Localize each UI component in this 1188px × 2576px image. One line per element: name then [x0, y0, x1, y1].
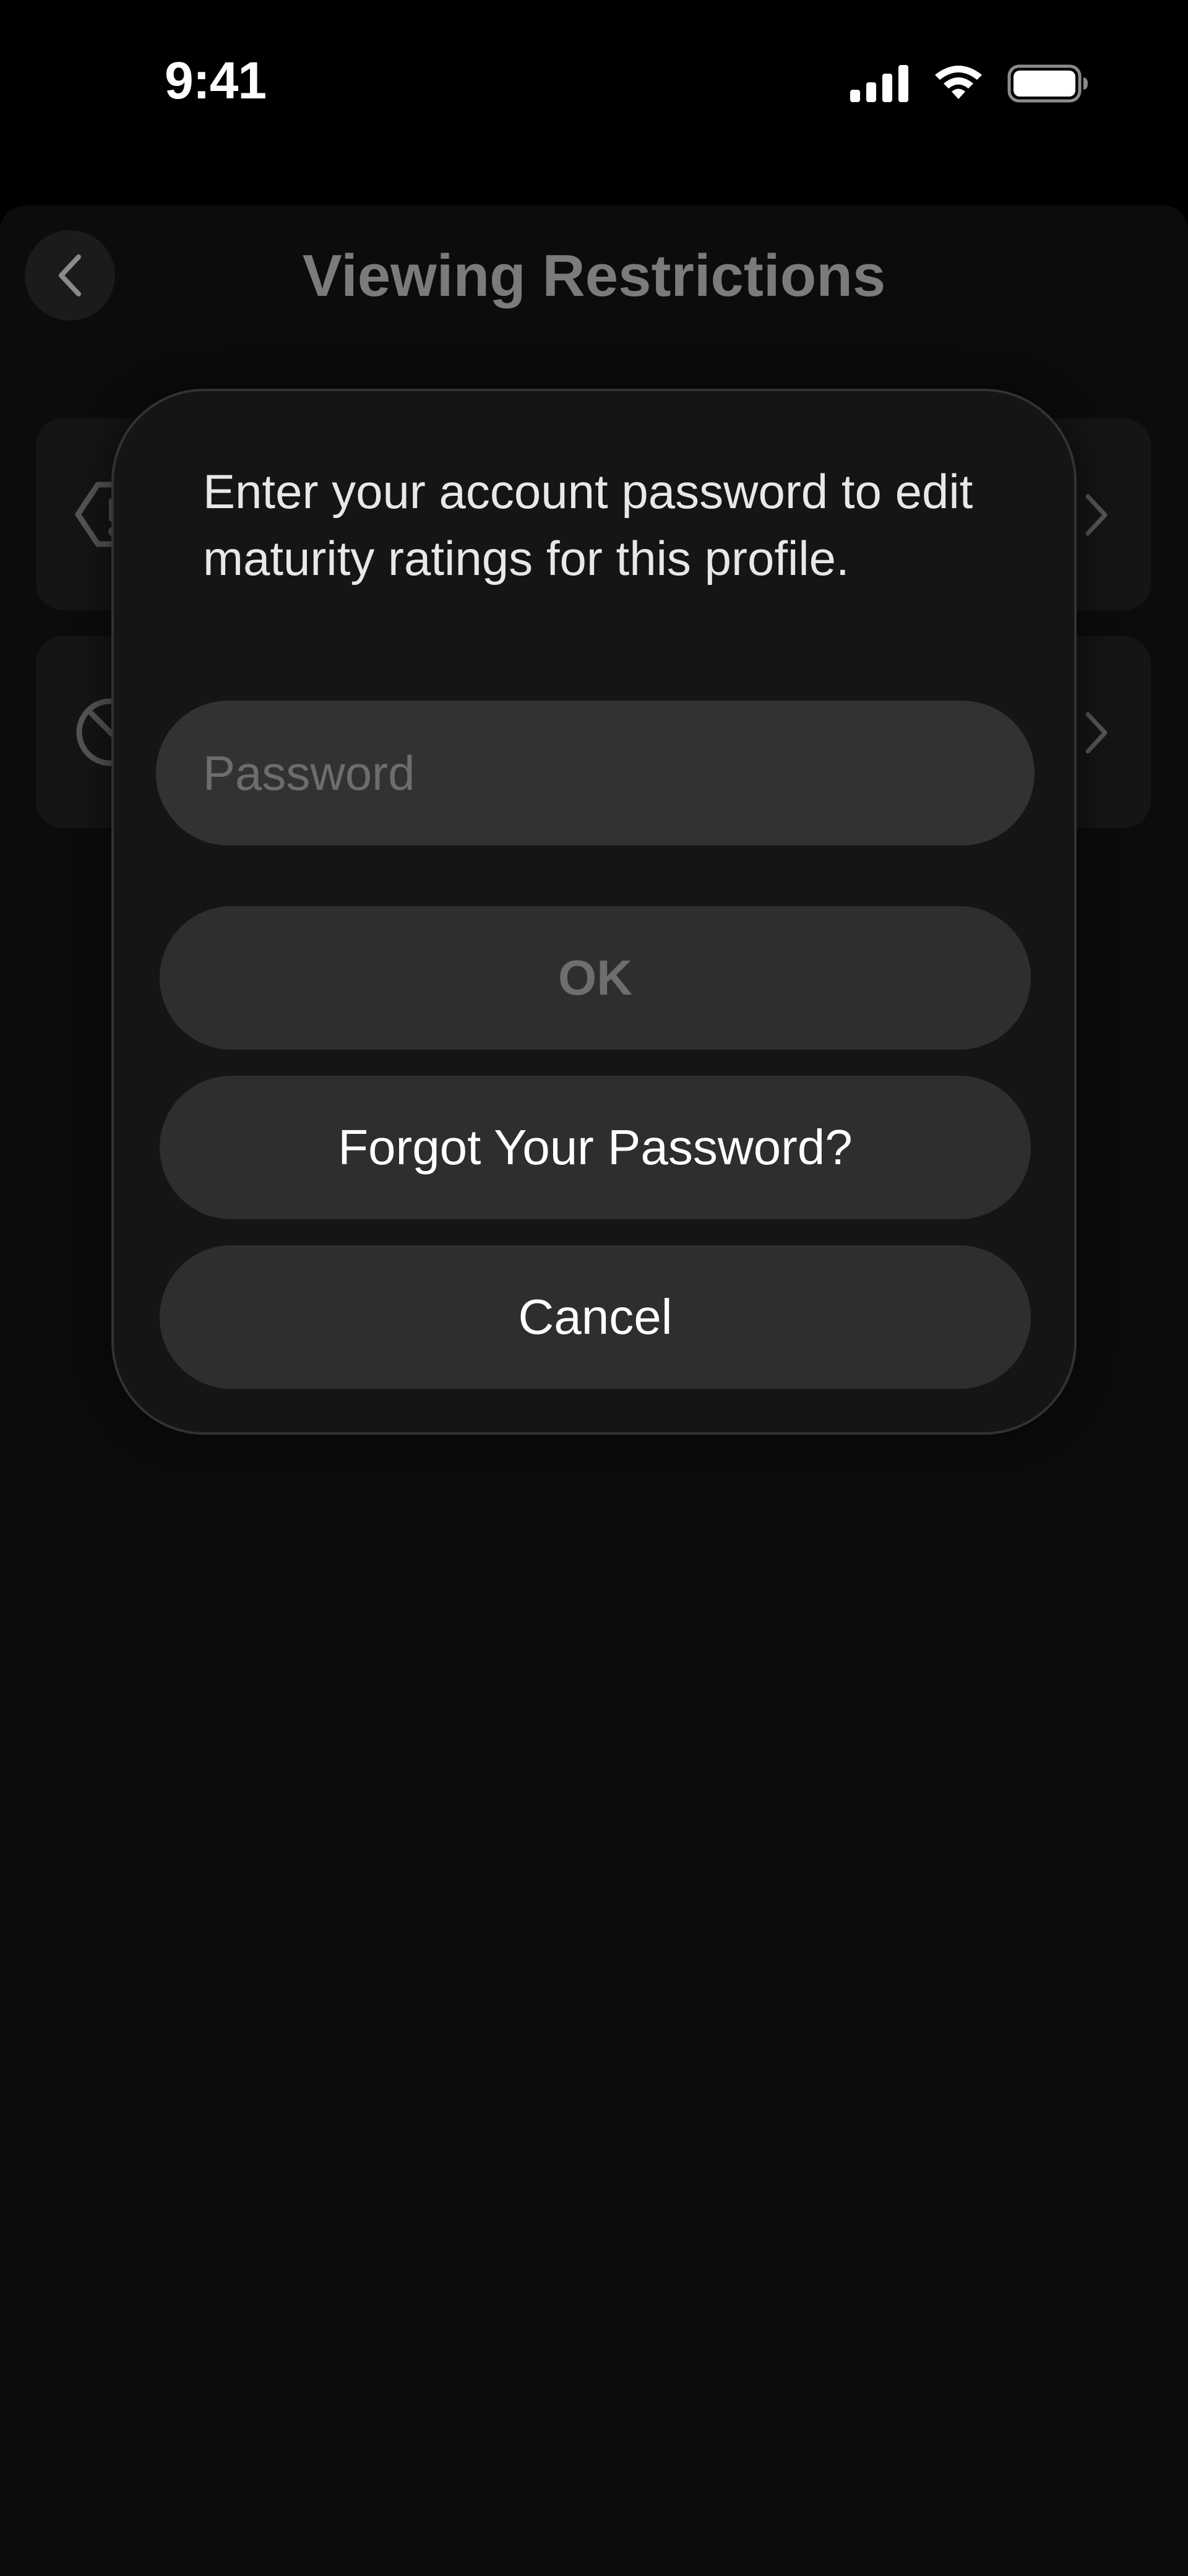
ok-button[interactable]: OK: [160, 906, 1031, 1050]
forgot-password-button[interactable]: Forgot Your Password?: [160, 1076, 1031, 1219]
status-icons: [850, 64, 1089, 103]
password-dialog: Enter your account password to edit matu…: [111, 389, 1077, 1435]
screen: 9:41 Viewing Restrictions Enter your acc…: [0, 0, 1188, 2576]
cancel-button[interactable]: Cancel: [160, 1245, 1031, 1389]
status-bar: 9:41: [0, 0, 1188, 173]
dialog-message: Enter your account password to edit matu…: [203, 464, 973, 586]
wifi-icon: [933, 64, 984, 103]
page-title: Viewing Restrictions: [302, 243, 886, 309]
chevron-right-icon: [1083, 709, 1110, 759]
status-time: 9:41: [165, 51, 267, 110]
password-input[interactable]: [156, 701, 1035, 845]
cellular-signal-icon: [850, 65, 910, 102]
chevron-right-icon: [1083, 491, 1110, 542]
battery-icon: [1007, 64, 1089, 103]
